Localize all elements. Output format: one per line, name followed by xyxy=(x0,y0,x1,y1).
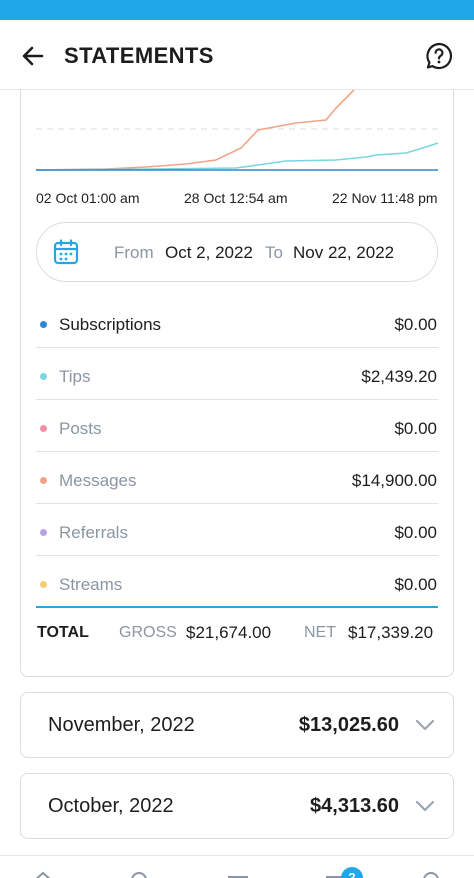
total-label: TOTAL xyxy=(37,624,89,641)
month-name: November, 2022 xyxy=(48,714,195,736)
date-range-picker[interactable]: From Oct 2, 2022 To Nov 22, 2022 xyxy=(36,222,438,282)
month-amount: $13,025.60 xyxy=(298,714,399,736)
profile-icon[interactable] xyxy=(420,872,442,878)
breakdown-row-streams: Streams $0.00 xyxy=(36,556,438,608)
breakdown-value: $0.00 xyxy=(394,523,437,542)
breakdown-value: $0.00 xyxy=(394,419,437,438)
range-from-value[interactable]: Oct 2, 2022 xyxy=(165,243,253,263)
breakdown-value: $2,439.20 xyxy=(361,367,437,386)
month-amount: $4,313.60 xyxy=(310,795,399,817)
breakdown-value: $14,900.00 xyxy=(351,471,437,490)
breakdown-row-tips: Tips $2,439.20 xyxy=(36,348,438,400)
question-circle-icon xyxy=(426,42,453,70)
net-label: NET xyxy=(304,624,336,641)
status-bar xyxy=(0,0,474,20)
app-header: STATEMENTS xyxy=(0,20,474,90)
chart-series-tips xyxy=(36,142,438,171)
breakdown-label: Tips xyxy=(59,367,91,386)
bottom-navigation xyxy=(0,855,474,878)
month-name: October, 2022 xyxy=(48,795,174,817)
range-to-label: To xyxy=(265,243,283,262)
month-statement-november[interactable]: November, 2022 $13,025.60 xyxy=(20,692,454,758)
legend-dot xyxy=(40,425,47,432)
range-from-label: From xyxy=(114,243,154,262)
calendar-icon xyxy=(53,239,79,265)
breakdown-row-subscriptions: Subscriptions $0.00 xyxy=(36,296,438,348)
breakdown-row-messages: Messages $14,900.00 xyxy=(36,452,438,504)
breakdown-label: Messages xyxy=(59,471,137,490)
chevron-down-icon[interactable] xyxy=(413,713,437,737)
breakdown-row-referrals: Referrals $0.00 xyxy=(36,504,438,556)
legend-dot xyxy=(40,529,47,536)
breakdown-value: $0.00 xyxy=(394,315,437,334)
arrow-left-icon xyxy=(22,46,44,66)
x-tick-label: 28 Oct 12:54 am xyxy=(184,190,288,206)
earnings-chart xyxy=(36,90,438,171)
range-to-value[interactable]: Nov 22, 2022 xyxy=(293,243,394,263)
page-title: STATEMENTS xyxy=(64,43,214,68)
breakdown-row-posts: Posts $0.00 xyxy=(36,400,438,452)
breakdown-label: Streams xyxy=(59,575,123,594)
net-value: $17,339.20 xyxy=(348,623,434,642)
breakdown-label: Posts xyxy=(59,419,102,438)
breakdown-label: Referrals xyxy=(59,523,128,542)
help-button[interactable] xyxy=(424,41,454,71)
legend-dot xyxy=(40,477,47,484)
legend-dot xyxy=(40,373,47,380)
x-tick-label: 22 Nov 11:48 pm xyxy=(332,190,438,206)
x-tick-label: 02 Oct 01:00 am xyxy=(36,190,140,206)
messages-icon[interactable] xyxy=(226,874,250,878)
legend-dot xyxy=(40,581,47,588)
month-statement-october[interactable]: October, 2022 $4,313.60 xyxy=(20,773,454,839)
back-button[interactable] xyxy=(18,42,48,70)
breakdown-label: Subscriptions xyxy=(59,315,162,334)
home-icon[interactable] xyxy=(32,870,54,878)
legend-dot xyxy=(40,321,47,328)
chevron-down-icon[interactable] xyxy=(413,794,437,818)
totals-row: TOTAL GROSS $21,674.00 NET $17,339.20 xyxy=(36,623,438,643)
search-icon[interactable] xyxy=(128,872,150,878)
gross-label: GROSS xyxy=(119,624,177,641)
gross-value: $21,674.00 xyxy=(186,623,272,642)
breakdown-value: $0.00 xyxy=(394,575,437,594)
chart-series-messages xyxy=(36,90,355,171)
